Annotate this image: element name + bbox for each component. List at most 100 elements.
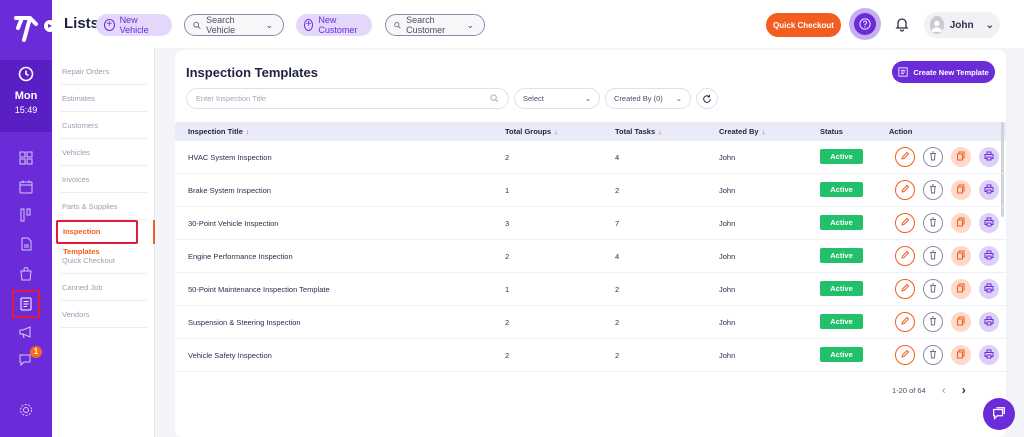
print-button[interactable] — [979, 345, 999, 365]
delete-button[interactable] — [923, 213, 943, 233]
grid-icon[interactable] — [18, 150, 34, 166]
row-created-by: John — [719, 285, 736, 294]
duplicate-button[interactable] — [951, 246, 971, 266]
duplicate-button[interactable] — [951, 213, 971, 233]
print-button[interactable] — [979, 312, 999, 332]
delete-button[interactable] — [923, 246, 943, 266]
printer-icon — [984, 349, 994, 361]
board-icon[interactable] — [18, 207, 34, 223]
settings-icon[interactable] — [18, 402, 34, 418]
chat-support-button[interactable] — [983, 398, 1015, 430]
search-vehicle-dropdown[interactable]: Search Vehicle ⌄ — [184, 14, 284, 36]
column-header-tasks[interactable]: Total Tasks ↓ — [615, 127, 662, 136]
delete-button[interactable] — [923, 180, 943, 200]
submenu-item-invoices[interactable]: Invoices — [60, 166, 148, 193]
row-title[interactable]: 50-Point Maintenance Inspection Template — [188, 285, 330, 294]
duplicate-button[interactable] — [951, 180, 971, 200]
inspection-title-search-input[interactable]: Enter Inspection Title — [186, 88, 509, 109]
select-dropdown[interactable]: Select ⌄ — [514, 88, 600, 109]
pencil-icon — [900, 283, 910, 295]
notification-badge: 1 — [30, 346, 42, 358]
print-button[interactable] — [979, 279, 999, 299]
sort-arrow-icon: ↓ — [554, 127, 558, 136]
submenu-item-parts-supplies[interactable]: Parts & Supplies — [60, 193, 148, 220]
printer-icon — [984, 316, 994, 328]
table-row[interactable]: Engine Performance Inspection 2 4 John Activ… — [175, 240, 1006, 273]
delete-button[interactable] — [923, 147, 943, 167]
trash-icon — [928, 184, 938, 196]
table-row[interactable]: 30-Point Vehicle Inspection 3 7 John Active — [175, 207, 1006, 240]
edit-button[interactable] — [895, 213, 915, 233]
table-row[interactable]: Vehicle Safety Inspection 2 2 John Active — [175, 339, 1006, 372]
column-header-created-by[interactable]: Created By ↓ — [719, 127, 765, 136]
status-badge: Active — [820, 215, 863, 230]
column-header-title[interactable]: Inspection Title ↓ — [188, 127, 250, 136]
chevron-down-icon: ⌄ — [466, 19, 474, 30]
row-actions — [895, 279, 999, 299]
quick-checkout-button[interactable]: Quick Checkout — [766, 13, 841, 37]
print-button[interactable] — [979, 147, 999, 167]
refresh-button[interactable] — [696, 88, 718, 109]
table-row[interactable]: HVAC System Inspection 2 4 John Active — [175, 141, 1006, 174]
duplicate-button[interactable] — [951, 312, 971, 332]
duplicate-button[interactable] — [951, 345, 971, 365]
submenu-item-quick-checkout[interactable]: Quick Checkout — [60, 247, 148, 274]
brand-logo-icon[interactable] — [12, 10, 40, 44]
duplicate-button[interactable] — [951, 147, 971, 167]
row-title[interactable]: 30-Point Vehicle Inspection — [188, 219, 278, 228]
submenu-item-canned-job[interactable]: Canned Job — [60, 274, 148, 301]
chevron-right-icon[interactable]: › — [962, 383, 966, 397]
search-customer-label: Search Customer — [406, 15, 446, 35]
print-button[interactable] — [979, 180, 999, 200]
calendar-icon[interactable] — [18, 179, 34, 195]
row-actions — [895, 345, 999, 365]
search-customer-dropdown[interactable]: Search Customer ⌄ — [385, 14, 485, 36]
chevron-left-icon[interactable]: ‹ — [942, 383, 946, 397]
edit-button[interactable] — [895, 246, 915, 266]
edit-button[interactable] — [895, 147, 915, 167]
column-header-groups[interactable]: Total Groups ↓ — [505, 127, 558, 136]
document-icon[interactable] — [18, 236, 34, 252]
duplicate-button[interactable] — [951, 279, 971, 299]
delete-button[interactable] — [923, 312, 943, 332]
create-new-template-button[interactable]: Create New Template — [892, 61, 995, 83]
table-row[interactable]: Suspension & Steering Inspection 2 2 John Ac… — [175, 306, 1006, 339]
new-vehicle-button[interactable]: + New Vehicle — [96, 14, 172, 36]
table-row[interactable]: Brake System Inspection 1 2 John Active — [175, 174, 1006, 207]
row-title[interactable]: Engine Performance Inspection — [188, 252, 293, 261]
table-row[interactable]: 50-Point Maintenance Inspection Template… — [175, 273, 1006, 306]
clock-icon — [0, 66, 52, 84]
print-button[interactable] — [979, 246, 999, 266]
edit-button[interactable] — [895, 279, 915, 299]
search-vehicle-label: Search Vehicle — [206, 15, 236, 35]
row-title[interactable]: Suspension & Steering Inspection — [188, 318, 301, 327]
submenu-item-vendors[interactable]: Vendors — [60, 301, 148, 328]
row-total-groups: 2 — [505, 318, 510, 327]
megaphone-icon[interactable] — [18, 324, 34, 340]
submenu-item-customers[interactable]: Customers — [60, 112, 148, 139]
submenu-item-inspection-templates[interactable]: Inspection Templates — [56, 220, 138, 256]
row-title[interactable]: Vehicle Safety Inspection — [188, 351, 272, 360]
user-menu[interactable]: John ⌄ — [924, 12, 1000, 38]
left-rail: ▸ Mon 15:49 1 — [0, 0, 56, 437]
bell-icon[interactable] — [894, 16, 910, 32]
top-bar: Lists + New Vehicle Search Vehicle ⌄ + N… — [52, 0, 1024, 48]
inspection-templates-card: Inspection Templates Create New Template… — [175, 50, 1006, 437]
status-badge: Active — [820, 281, 863, 296]
delete-button[interactable] — [923, 279, 943, 299]
row-total-groups: 1 — [505, 186, 510, 195]
submenu-item-repair-orders[interactable]: Repair Orders — [60, 58, 148, 85]
row-title[interactable]: Brake System Inspection — [188, 186, 271, 195]
bag-icon[interactable] — [18, 266, 34, 282]
new-customer-button[interactable]: + New Customer — [296, 14, 372, 36]
submenu-item-estimates[interactable]: Estimates — [60, 85, 148, 112]
edit-button[interactable] — [895, 312, 915, 332]
print-button[interactable] — [979, 213, 999, 233]
delete-button[interactable] — [923, 345, 943, 365]
edit-button[interactable] — [895, 345, 915, 365]
submenu-item-vehicles[interactable]: Vehicles — [60, 139, 148, 166]
edit-button[interactable] — [895, 180, 915, 200]
created-by-filter-dropdown[interactable]: Created By (0) ⌄ — [605, 88, 691, 109]
help-button[interactable] — [849, 8, 881, 40]
row-title[interactable]: HVAC System Inspection — [188, 153, 272, 162]
